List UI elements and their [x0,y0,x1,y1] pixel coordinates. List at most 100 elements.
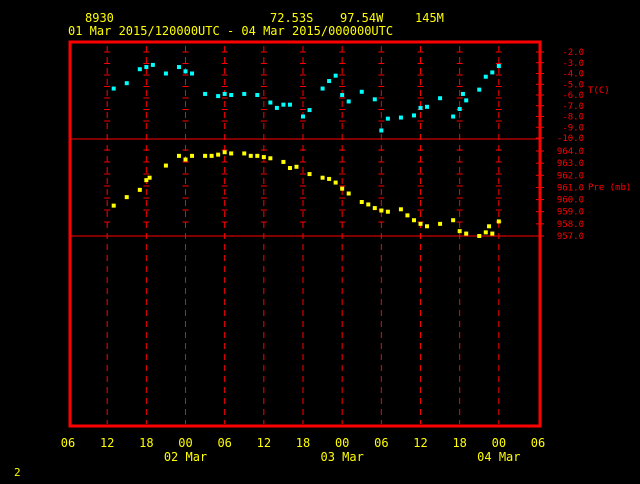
temperature-point [372,97,377,102]
temperature-tick-label: -10.0 [557,134,584,144]
pressure-point [216,152,221,157]
temperature-point [346,99,351,104]
page-number: 2 [14,466,21,479]
x-hour-label: 12 [257,436,271,450]
pressure-point [333,180,338,185]
time-gridlines [104,46,502,424]
temperature-point [496,63,501,68]
x-date-label: 04 Mar [477,450,520,464]
pressure-point [248,153,253,158]
pressure-axis: 964.0 963.0 962.0 961.0 960.0 959.0 958.0 957.0 [536,147,584,242]
pressure-point [190,153,195,158]
x-hour-label: 18 [296,436,310,450]
temperature-point [144,65,149,70]
temperature-tick-label: -3.0 [562,59,584,69]
temperature-point [176,65,181,70]
temperature-tick-label: -7.0 [562,102,584,112]
pressure-tick-label: 958.0 [557,220,584,230]
pressure-point [183,157,188,162]
x-date-label: 03 Mar [320,450,363,464]
temperature-point [411,113,416,118]
pressure-point [287,166,292,170]
pressure-point [451,218,456,223]
temperature-point [287,102,292,107]
pressure-point [229,151,234,156]
pressure-tick-label: 961.0 [557,183,584,193]
pressure-point [124,195,129,200]
pressure-tick-label: 960.0 [557,196,584,206]
temperature-point [379,128,384,133]
temperature-point [327,79,332,84]
temperature-point [359,89,364,94]
meteogram: 8930 72.53S 97.54W 145M 01 Mar 2015/1200… [14,11,631,479]
pressure-point [320,175,325,180]
pressure-tick-label: 962.0 [557,171,584,181]
pressure-point [490,231,495,236]
pressure-point [496,219,501,224]
temperature-point [150,62,155,67]
pressure-point [405,213,410,218]
temperature-point [229,93,234,97]
pressure-point [487,224,492,229]
x-axis: 06 12 18 00 06 12 18 00 06 12 18 00 06 02 Mar 03 Mar 04… [61,436,545,464]
pressure-point [425,224,430,229]
pressure-point [209,153,214,158]
x-hour-label: 06 [61,436,75,450]
temperature-tick-label: -9.0 [562,123,584,133]
pressure-point [438,221,443,226]
pressure-point [327,176,332,181]
plot-frame [68,40,542,428]
pressure-point [477,234,482,238]
pressure-point [483,230,488,235]
pressure-point [366,202,371,207]
temperature-point [398,115,403,120]
x-hour-label: 00 [335,436,349,450]
pressure-point [359,200,364,204]
temperature-point [190,71,195,76]
temperature-point [203,91,208,96]
pressure-point [147,175,152,180]
pressure-tick-label: 957.0 [557,232,584,242]
pressure-point [255,153,260,158]
temperature-point [477,87,482,92]
temperature-point [124,81,129,86]
temperature-axis-label: T(C) [588,86,610,96]
station-elevation: 145M [415,11,444,25]
temperature-point [464,98,469,103]
temperature-tick-label: -4.0 [562,70,584,80]
x-hour-label: 00 [178,436,192,450]
pressure-point [411,218,416,223]
temperature-tick-label: -6.0 [562,91,584,101]
station-longitude: 97.54W [340,11,384,25]
pressure-point [346,191,351,196]
pressure-tick-label: 959.0 [557,208,584,218]
temperature-point [268,100,273,105]
x-hour-label: 00 [492,436,506,450]
temperature-point [457,106,462,111]
temperature-point [242,91,247,96]
x-hour-label: 06 [217,436,231,450]
pressure-point [385,209,390,214]
temperature-point [216,94,221,99]
date-range: 01 Mar 2015/120000UTC - 04 Mar 2015/0000… [68,24,393,38]
pressure-point [379,208,384,213]
pressure-point [268,156,273,161]
pressure-tick-label: 963.0 [557,159,584,169]
temperature-point [301,114,305,119]
temperature-point [137,67,142,72]
temperature-point [183,69,188,74]
pressure-point [281,159,286,164]
temperature-tick-label: -2.0 [562,48,584,58]
temperature-series [111,62,501,133]
temperature-point [418,105,423,110]
temperature-point [385,116,390,121]
temperature-point [490,70,495,75]
x-hour-label: 18 [452,436,466,450]
temperature-point [483,74,488,79]
pressure-point [418,221,423,226]
station-id: 8930 [85,11,114,25]
x-hour-label: 06 [531,436,545,450]
pressure-point [372,206,377,211]
pressure-point [464,231,469,236]
x-date-label: 02 Mar [164,450,207,464]
